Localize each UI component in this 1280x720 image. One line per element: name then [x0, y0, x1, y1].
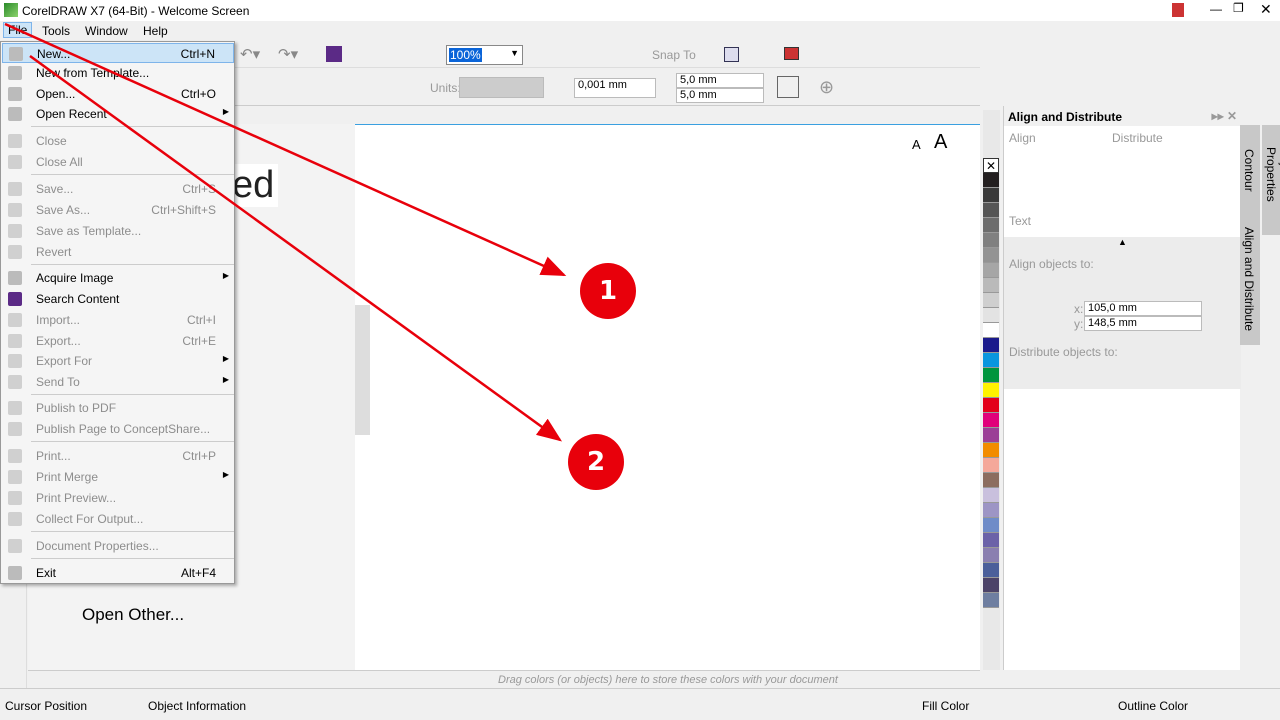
- annotation-badge-2: 2: [568, 434, 624, 490]
- annotation-badge-1: 1: [580, 263, 636, 319]
- arrow-1: [4, 22, 567, 277]
- annotation-arrows: [4, 22, 567, 442]
- arrow-2: [29, 54, 563, 442]
